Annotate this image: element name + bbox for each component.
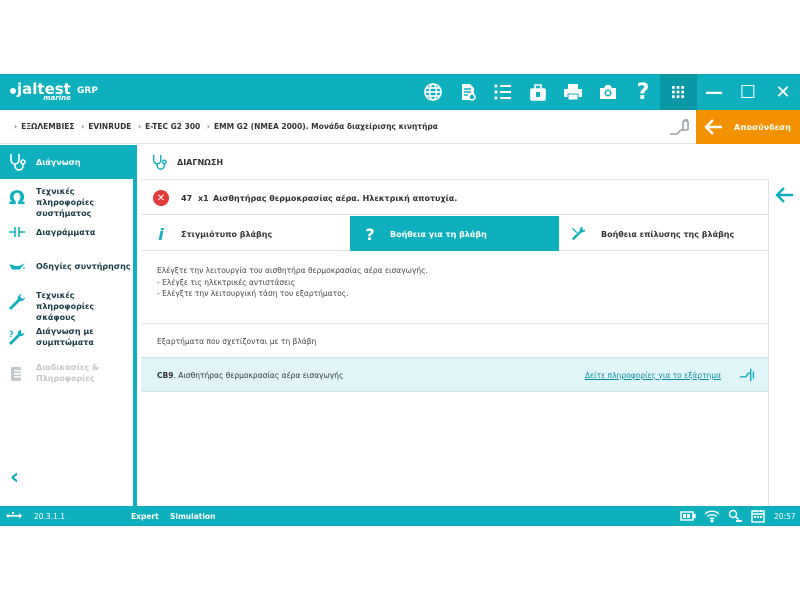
minimize-button[interactable]: — [697, 74, 731, 110]
fault-help-text: Ελέγξτε την λειτουργία του αισθητήρα θερ… [157, 265, 428, 300]
svg-text:?: ? [9, 330, 14, 339]
omega-icon: Ω [8, 187, 26, 209]
sidebar-item-label: Διάγνωση [36, 158, 81, 167]
help-line: - Ελέγξε τις ηλεκτρικές αντιστάσεις [157, 277, 296, 287]
calendar-icon [751, 510, 765, 523]
info-icon: i [158, 224, 164, 244]
symptoms-icon: ? [7, 328, 27, 348]
component-label: CB9. Αισθητήρας θερμοκρασίας αέρα εισαγω… [157, 371, 343, 380]
main-panel: ΔΙΑΓΝΩΣΗ ✕ 47 x1 Αισθητήρας θερμοκρασίας… [141, 145, 768, 506]
sidebar: Διάγνωση Ω Τεχνικές πληροφορίες συστήματ… [0, 145, 137, 506]
printer-icon[interactable] [561, 81, 585, 103]
help-icon[interactable]: ? [631, 80, 655, 105]
tab-fault-help[interactable]: ? Βοήθεια για τη βλάβη [350, 216, 559, 251]
arrow-left-icon [704, 119, 722, 135]
apps-grid-icon[interactable] [660, 74, 697, 110]
logo-dot [10, 88, 16, 94]
sidebar-item-maintenance[interactable]: Οδηγίες συντήρησης [0, 249, 133, 283]
chevron-right-icon: › [138, 122, 142, 131]
help-line: - Ελέγξτε την λειτουργική τάση του εξαρτ… [157, 289, 349, 298]
fault-tabs: i Στιγμιότυπο βλάβης ? Βοήθεια για τη βλ… [141, 216, 768, 251]
related-component-row[interactable]: CB9. Αισθητήρας θερμοκρασίας αέρα εισαγω… [141, 357, 768, 392]
status-bar: 20.3.1.1 Expert Simulation 20:57 [0, 506, 800, 526]
jaltest-logo: jaltest marine [10, 82, 71, 102]
chevron-right-icon: › [14, 122, 18, 131]
tab-fault-snapshot[interactable]: i Στιγμιότυπο βλάβης [141, 216, 350, 251]
divider [141, 323, 768, 324]
close-button[interactable]: ✕ [766, 74, 800, 110]
component-info-link[interactable]: Δείτε πληροφορίες για το εξάρτημα [585, 371, 721, 380]
oil-can-icon [4, 256, 30, 276]
wrench-icon [7, 292, 27, 312]
collapse-sidebar-button[interactable]: ‹ [10, 465, 24, 490]
related-components-title: Εξαρτήματα που σχετίζονται με τη βλάβη [157, 337, 317, 346]
logout-label: Αποσύνδεση [734, 122, 791, 132]
tab-label: Βοήθεια επίλυσης της βλάβης [601, 230, 735, 239]
sidebar-item-label: Διαδικασίες & Πληροφορίες [36, 363, 99, 383]
document-search-icon[interactable] [456, 81, 480, 103]
clock-label: 20:57 [774, 512, 796, 521]
breadcrumb-item[interactable]: E-TEC G2 300 [145, 122, 200, 131]
search-status-icon [728, 509, 742, 522]
right-panel [768, 179, 800, 506]
user-mode-label: Expert [131, 512, 159, 521]
globe-icon[interactable] [421, 81, 445, 103]
sidebar-item-diagrams[interactable]: Διαγράμματα [0, 215, 133, 249]
repair-tools-icon [571, 225, 587, 243]
diagram-icon [7, 222, 27, 242]
breadcrumb-item[interactable]: EMM G2 (NMEA 2000). Μονάδα διαχείρισης κ… [214, 122, 438, 131]
sidebar-item-vessel-info[interactable]: Τεχνικές πληροφορίες σκάφους [0, 283, 133, 322]
tab-label: Στιγμιότυπο βλάβης [181, 230, 273, 239]
breadcrumb-item[interactable]: EVINRUDE [88, 122, 131, 131]
error-icon: ✕ [153, 190, 169, 206]
sidebar-item-label: Διάγνωση με συμπτώματα [36, 327, 94, 347]
fault-description: Αισθητήρας θερμοκρασίας αέρα. Ηλεκτρική … [213, 194, 458, 203]
help-line: Ελέγξτε την λειτουργία του αισθητήρα θερ… [157, 266, 428, 275]
sidebar-item-procedures: Διαδικασίες & Πληροφορίες [0, 355, 133, 391]
sidebar-item-diagnosis[interactable]: Διάγνωση [0, 145, 133, 179]
battery-tester-icon[interactable] [526, 81, 550, 103]
camera-icon[interactable] [596, 81, 620, 103]
breadcrumb-item[interactable]: ΕΞΩΛΕΜΒΙΕΣ [21, 122, 74, 131]
jaltest-app: jaltest marine GRP ? — ☐ ✕ › ΕΞΩΛΕΜΒΙΕΣ … [0, 74, 800, 526]
diagram-icon[interactable] [739, 366, 759, 386]
tab-fault-resolution[interactable]: Βοήθεια επίλυσης της βλάβης [559, 216, 768, 251]
fault-row[interactable]: ✕ 47 x1 Αισθητήρας θερμοκρασίας αέρα. Ηλ… [141, 181, 768, 215]
chevron-right-icon: › [206, 122, 210, 131]
top-toolbar: jaltest marine GRP ? — ☐ ✕ [0, 74, 800, 110]
page-title: ΔΙΑΓΝΩΣΗ [177, 158, 224, 167]
list-icon[interactable] [491, 81, 515, 103]
logout-button[interactable]: Αποσύνδεση [696, 110, 800, 144]
stethoscope-icon [7, 152, 27, 172]
stethoscope-icon [151, 154, 167, 170]
chevron-right-icon: › [81, 122, 85, 131]
tab-label: Βοήθεια για τη βλάβη [390, 230, 487, 239]
breadcrumb: › ΕΞΩΛΕΜΒΙΕΣ › EVINRUDE › E-TEC G2 300 › EMM… [10, 122, 438, 131]
simulation-label: Simulation [170, 512, 216, 521]
procedures-icon [7, 364, 27, 384]
component-name: . Αισθητήρας θερμοκρασίας αέρα εισαγωγής [173, 371, 344, 380]
fault-count: x1 [198, 194, 209, 203]
usb-icon [6, 512, 22, 519]
back-arrow-icon[interactable] [775, 186, 795, 204]
wifi-icon [704, 510, 720, 523]
breadcrumb-bar: › ΕΞΩΛΕΜΒΙΕΣ › EVINRUDE › E-TEC G2 300 › EMM… [0, 110, 800, 144]
sidebar-item-label: Οδηγίες συντήρησης [36, 262, 131, 271]
fault-code: 47 [181, 194, 193, 203]
sidebar-item-label: Διαγράμματα [36, 228, 96, 237]
component-code: CB9 [157, 371, 174, 380]
maximize-button[interactable]: ☐ [731, 74, 765, 110]
connector-icon[interactable] [668, 118, 690, 136]
question-icon: ? [365, 224, 375, 244]
sidebar-item-symptoms[interactable]: ? Διάγνωση με συμπτώματα [0, 319, 133, 355]
version-label: 20.3.1.1 [34, 512, 66, 521]
product-label: GRP [77, 86, 98, 96]
battery-icon [680, 511, 696, 521]
main-header: ΔΙΑΓΝΩΣΗ [141, 145, 768, 180]
sidebar-item-system-info[interactable]: Ω Τεχνικές πληροφορίες συστήματος [0, 179, 133, 218]
